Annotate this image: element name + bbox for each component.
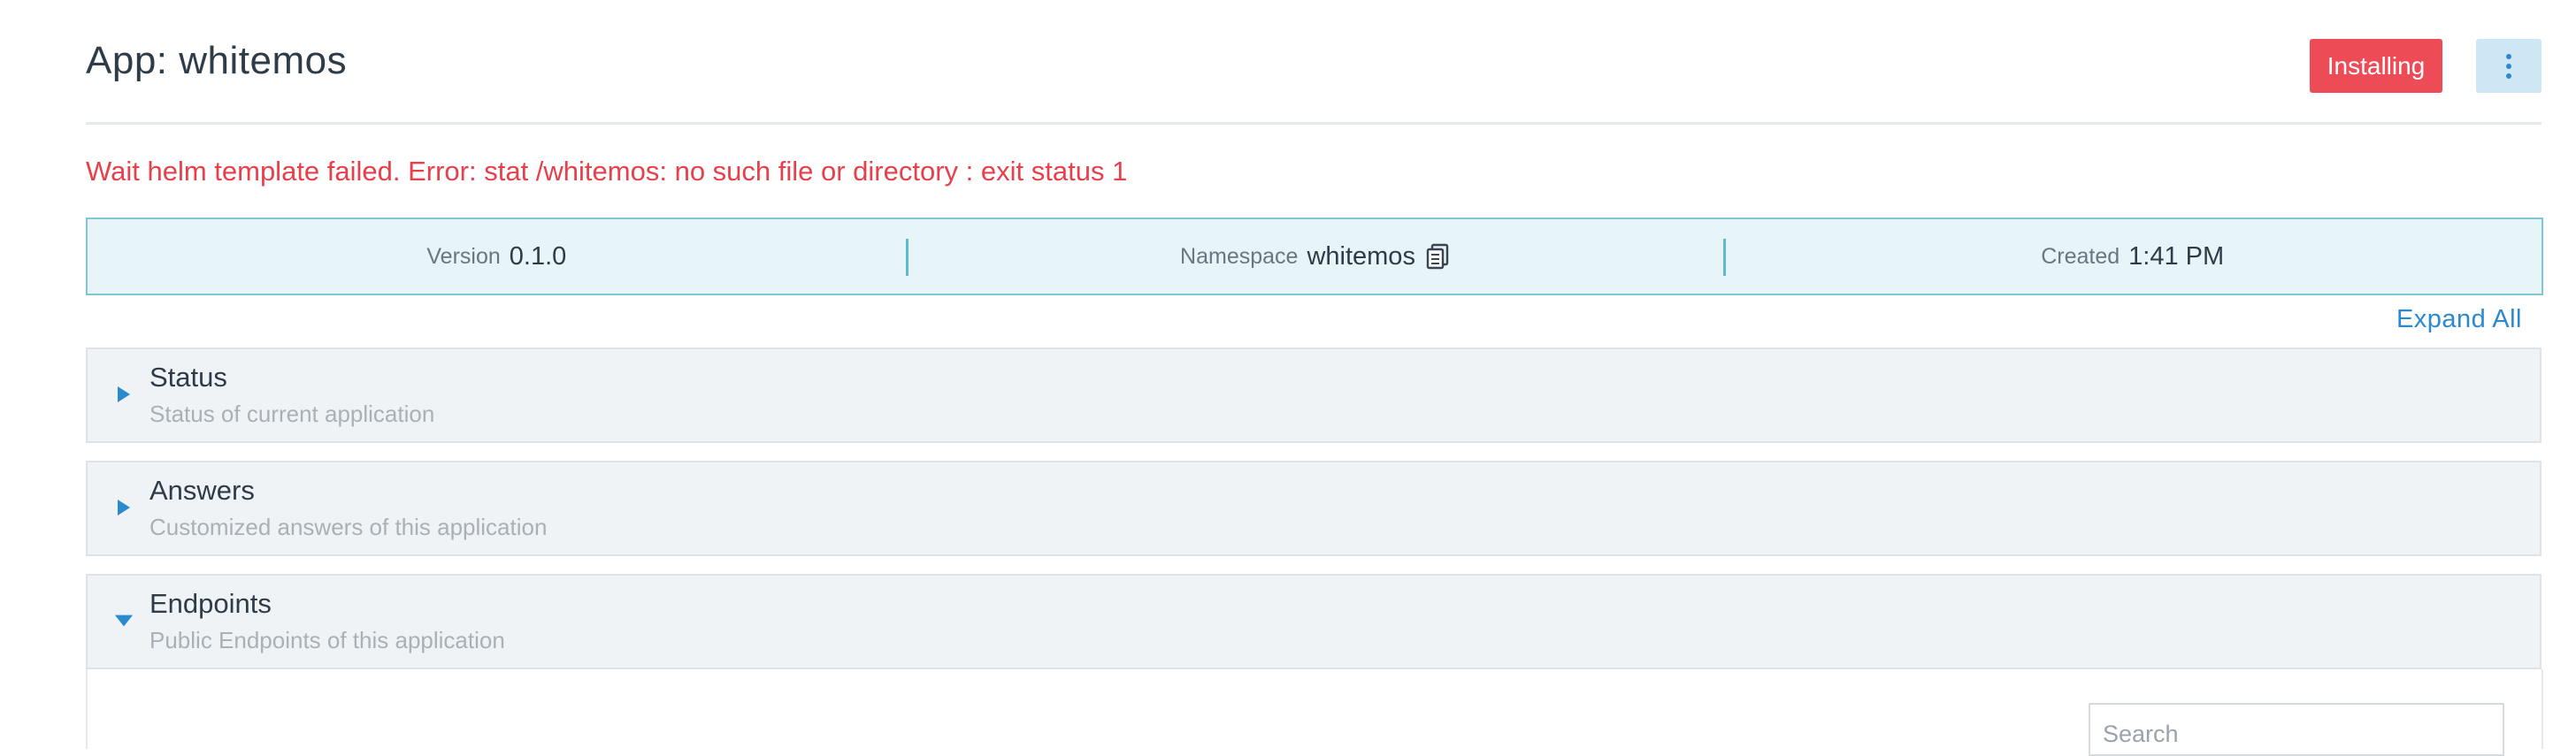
section-endpoints[interactable]: Endpoints Public Endpoints of this appli…	[86, 574, 2542, 669]
page-header: App: whitemos Installing	[86, 0, 2542, 125]
caret-right-icon[interactable]	[114, 383, 134, 406]
kebab-vertical-icon	[2506, 53, 2511, 79]
app-detail-page: App: whitemos Installing Wait helm templ…	[86, 0, 2543, 756]
expand-all-link[interactable]: Expand All	[2396, 305, 2522, 334]
section-title: Endpoints	[150, 588, 272, 619]
created-value: 1:41 PM	[2128, 241, 2225, 271]
caret-down-icon[interactable]	[114, 609, 134, 632]
section-title: Answers	[150, 475, 255, 506]
namespace-value: whitemos	[1307, 241, 1415, 271]
clipboard-icon[interactable]	[1426, 243, 1449, 270]
version-value: 0.1.0	[509, 241, 567, 271]
created-label: Created	[2041, 243, 2120, 269]
search-input[interactable]	[2089, 703, 2504, 756]
endpoints-panel	[86, 669, 2543, 756]
info-created: Created 1:41 PM	[1723, 219, 2542, 294]
section-description: Public Endpoints of this application	[150, 627, 505, 653]
page-title: App: whitemos	[86, 39, 348, 82]
info-bar: Version 0.1.0 Namespace whitemos Created…	[86, 218, 2543, 295]
section-status[interactable]: Status Status of current application	[86, 347, 2542, 443]
section-description: Customized answers of this application	[150, 514, 548, 540]
version-label: Version	[426, 243, 501, 269]
section-answers[interactable]: Answers Customized answers of this appli…	[86, 461, 2542, 556]
namespace-label: Namespace	[1180, 243, 1299, 269]
section-description: Status of current application	[150, 401, 435, 427]
caret-right-icon[interactable]	[114, 496, 134, 519]
state-badge: Installing	[2310, 39, 2442, 93]
error-message: Wait helm template failed. Error: stat /…	[86, 156, 1128, 187]
info-namespace: Namespace whitemos	[905, 219, 1724, 294]
section-title: Status	[150, 362, 227, 393]
info-version: Version 0.1.0	[88, 219, 906, 294]
more-actions-button[interactable]	[2476, 39, 2542, 93]
